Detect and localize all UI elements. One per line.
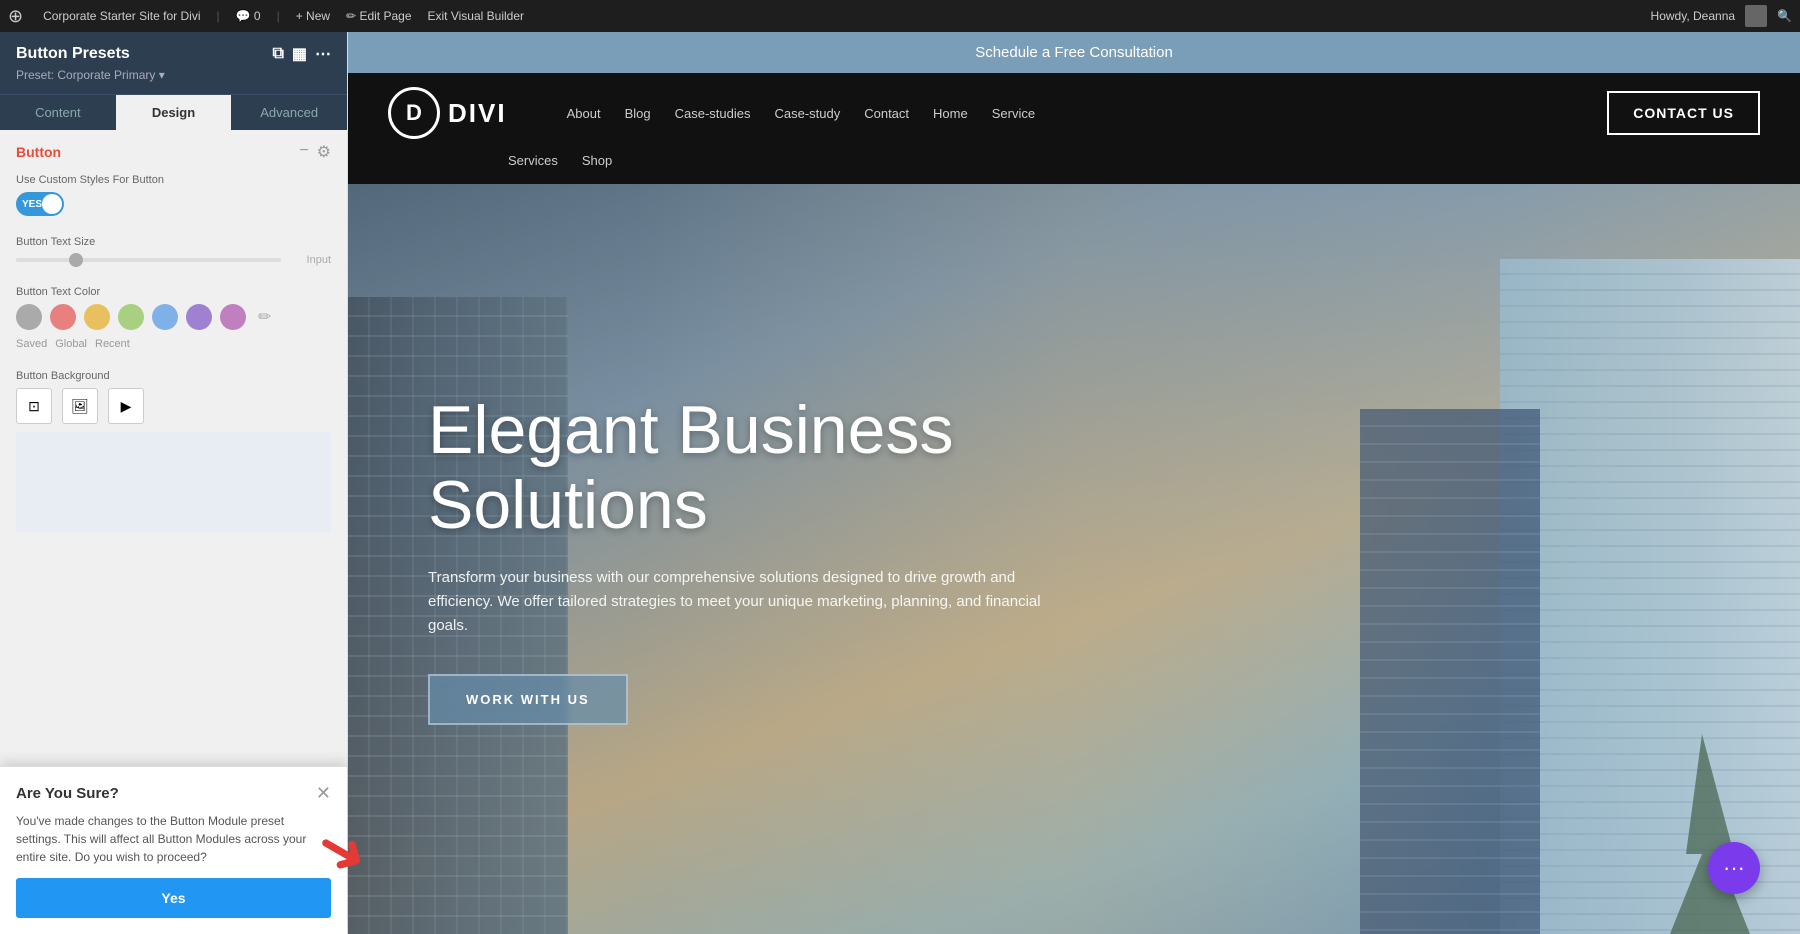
- tab-content[interactable]: Content: [0, 95, 116, 130]
- site-logo: D DIVI: [388, 87, 507, 139]
- fab-icon: ···: [1723, 855, 1745, 881]
- site-name: Corporate Starter Site for Divi: [43, 9, 200, 23]
- nav-link-service[interactable]: Service: [992, 106, 1035, 121]
- primary-nav: About Blog Case-studies Case-study Conta…: [567, 106, 1608, 121]
- tab-design[interactable]: Design: [116, 95, 232, 130]
- button-text-color-field: Button Text Color ✏ Saved Global Recent: [16, 286, 331, 350]
- swatch-pink[interactable]: [220, 304, 246, 330]
- button-background-field: Button Background ⊡ 🖼 ▶: [16, 370, 331, 532]
- nav-link-home[interactable]: Home: [933, 106, 968, 121]
- left-panel: Button Presets ⧉ ▦ ⋯ Preset: Corporate P…: [0, 32, 348, 934]
- nav-link-blog[interactable]: Blog: [625, 106, 651, 121]
- hero-cta-button[interactable]: WORK WITH US: [428, 674, 628, 725]
- admin-right: Howdy, Deanna 🔍: [1651, 5, 1792, 27]
- color-picker-icon[interactable]: ✏: [258, 307, 271, 327]
- exit-visual-builder-link[interactable]: Exit Visual Builder: [428, 9, 525, 23]
- swatch-blue[interactable]: [152, 304, 178, 330]
- hero-title: Elegant Business Solutions: [428, 393, 1128, 543]
- swatch-red[interactable]: [50, 304, 76, 330]
- bg-gradient-icon[interactable]: ⊡: [16, 388, 52, 424]
- grid-icon[interactable]: ▦: [292, 44, 307, 64]
- use-custom-styles-field: Use Custom Styles For Button YES: [16, 174, 331, 216]
- bg-video-icon[interactable]: ▶: [108, 388, 144, 424]
- announcement-bar: Schedule a Free Consultation: [348, 32, 1800, 73]
- nav-link-services[interactable]: Services: [508, 153, 558, 168]
- button-section-header: Button − ⚙: [16, 142, 331, 162]
- wp-admin-bar: ⊕ Corporate Starter Site for Divi | 💬 0 …: [0, 0, 1800, 32]
- preset-tabs: Saved Global Recent: [16, 338, 331, 350]
- text-size-slider[interactable]: [16, 258, 281, 262]
- swatch-gray[interactable]: [16, 304, 42, 330]
- logo-letter: D: [406, 100, 422, 126]
- announcement-text: Schedule a Free Consultation: [975, 44, 1173, 61]
- slider-row: Input: [16, 254, 331, 266]
- nav-link-contact[interactable]: Contact: [864, 106, 909, 121]
- bg-icons: ⊡ 🖼 ▶: [16, 388, 331, 424]
- dialog-header: Are You Sure? ✕: [16, 783, 331, 804]
- nav-link-about[interactable]: About: [567, 106, 601, 121]
- toggle-yes-label: YES: [22, 199, 42, 210]
- hero-section: Elegant Business Solutions Transform you…: [348, 184, 1800, 934]
- color-swatches: ✏: [16, 304, 331, 330]
- button-text-size-field: Button Text Size Input: [16, 236, 331, 266]
- dialog-yes-button[interactable]: Yes: [16, 878, 331, 918]
- edit-page-link[interactable]: ✏ Edit Page: [346, 9, 411, 23]
- more-options-icon[interactable]: ⋯: [315, 44, 331, 64]
- toggle-wrapper: YES: [16, 192, 331, 216]
- new-link[interactable]: + New: [296, 9, 330, 23]
- fab-button[interactable]: ···: [1708, 842, 1760, 894]
- are-you-sure-dialog: Are You Sure? ✕ You've made changes to t…: [0, 766, 347, 934]
- wp-logo-icon[interactable]: ⊕: [8, 6, 23, 27]
- custom-styles-toggle[interactable]: YES: [16, 192, 64, 216]
- section-title: Button: [16, 144, 61, 160]
- dialog-title: Are You Sure?: [16, 785, 119, 802]
- panel-tabs: Content Design Advanced: [0, 94, 347, 130]
- clone-icon[interactable]: ⧉: [272, 45, 283, 63]
- toggle-knob: [42, 194, 62, 214]
- preset-tab-global[interactable]: Global: [55, 338, 87, 350]
- section-header-icons: − ⚙: [299, 142, 331, 162]
- slider-thumb[interactable]: [69, 253, 83, 267]
- logo-text: DIVI: [448, 98, 507, 129]
- nav-link-shop[interactable]: Shop: [582, 153, 612, 168]
- nav-link-case-study[interactable]: Case-study: [774, 106, 840, 121]
- tab-advanced[interactable]: Advanced: [231, 95, 347, 130]
- avatar: [1745, 5, 1767, 27]
- swatch-green[interactable]: [118, 304, 144, 330]
- bg-image-icon[interactable]: 🖼: [62, 388, 98, 424]
- panel-title-text: Button Presets: [16, 45, 130, 63]
- site-nav: D DIVI About Blog Case-studies Case-stud…: [348, 73, 1800, 153]
- swatch-yellow[interactable]: [84, 304, 110, 330]
- panel-header: Button Presets ⧉ ▦ ⋯ Preset: Corporate P…: [0, 32, 347, 94]
- hero-subtitle: Transform your business with our compreh…: [428, 566, 1048, 638]
- swatch-purple[interactable]: [186, 304, 212, 330]
- logo-circle: D: [388, 87, 440, 139]
- preset-tab-recent[interactable]: Recent: [95, 338, 130, 350]
- main-layout: Button Presets ⧉ ▦ ⋯ Preset: Corporate P…: [0, 32, 1800, 934]
- hero-content: Elegant Business Solutions Transform you…: [428, 393, 1128, 726]
- panel-title-row: Button Presets ⧉ ▦ ⋯: [16, 44, 331, 64]
- slider-value[interactable]: Input: [291, 254, 331, 266]
- collapse-icon[interactable]: −: [299, 142, 308, 162]
- button-bg-label: Button Background: [16, 370, 331, 382]
- howdy-text: Howdy, Deanna: [1651, 9, 1736, 23]
- color-preview-box: [16, 432, 331, 532]
- button-text-size-label: Button Text Size: [16, 236, 331, 248]
- search-icon[interactable]: 🔍: [1777, 9, 1792, 23]
- nav-link-case-studies[interactable]: Case-studies: [675, 106, 751, 121]
- nav-cta-button[interactable]: CONTACT US: [1607, 91, 1760, 135]
- dialog-body-text: You've made changes to the Button Module…: [16, 812, 331, 866]
- use-custom-label: Use Custom Styles For Button: [16, 174, 331, 186]
- panel-subtitle[interactable]: Preset: Corporate Primary ▾: [16, 68, 331, 82]
- website-preview: Schedule a Free Consultation D DIVI Abou…: [348, 32, 1800, 934]
- panel-header-icons: ⧉ ▦ ⋯: [272, 44, 331, 64]
- dialog-close-button[interactable]: ✕: [316, 783, 331, 804]
- secondary-nav: Services Shop: [348, 153, 1800, 184]
- comment-icon[interactable]: 💬 0: [236, 9, 261, 23]
- button-text-color-label: Button Text Color: [16, 286, 331, 298]
- preset-tab-saved[interactable]: Saved: [16, 338, 47, 350]
- settings-icon[interactable]: ⚙: [317, 142, 331, 162]
